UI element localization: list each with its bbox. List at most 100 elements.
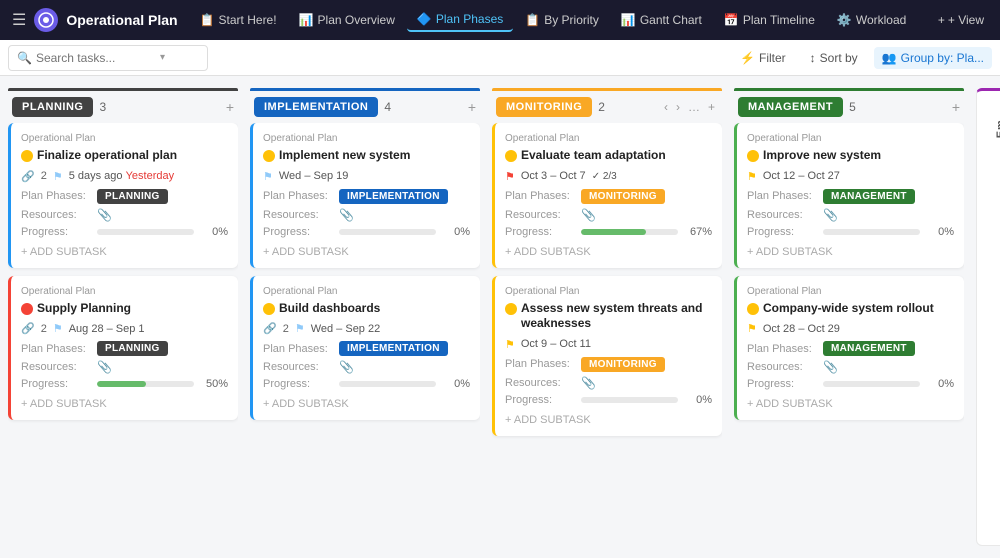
col-action-next[interactable]: ›: [673, 98, 683, 116]
date-range: Oct 9 – Oct 11: [521, 338, 591, 350]
nav-plan-timeline[interactable]: 📅 Plan Timeline: [714, 9, 825, 31]
plan-phases-field: Plan Phases:MONITORING: [505, 189, 712, 204]
task-card[interactable]: Operational PlanEvaluate team adaptation…: [492, 123, 722, 268]
partial-column: Em...: [976, 88, 1000, 546]
date-highlight: Yesterday: [126, 170, 175, 182]
phase-badge: MANAGEMENT: [823, 341, 915, 356]
search-box[interactable]: 🔍 ▾: [8, 45, 208, 71]
task-card[interactable]: Operational PlanSupply Planning🔗2⚑Aug 28…: [8, 276, 238, 421]
nav-plan-overview[interactable]: 📊 Plan Overview: [289, 9, 405, 31]
resources-attach-icon: 📎: [339, 360, 354, 374]
resources-label: Resources:: [263, 209, 333, 221]
add-subtask-button[interactable]: + ADD SUBTASK: [505, 244, 712, 260]
group-by-button[interactable]: 👥 Group by: Pla...: [874, 47, 992, 69]
date-range: Oct 12 – Oct 27: [763, 170, 840, 182]
card-title: Evaluate team adaptation: [521, 148, 666, 164]
plan-timeline-icon: 📅: [724, 13, 739, 27]
card-title: Company-wide system rollout: [763, 301, 934, 317]
progress-row: Progress:0%: [747, 378, 954, 390]
col-badge-implementation: IMPLEMENTATION: [254, 97, 378, 117]
phase-badge: IMPLEMENTATION: [339, 189, 448, 204]
progress-label: Progress:: [747, 378, 817, 390]
chevron-down-icon: ▾: [160, 52, 165, 63]
add-task-planning[interactable]: +: [226, 99, 234, 115]
resources-label: Resources:: [747, 209, 817, 221]
progress-bar-bg: [581, 229, 678, 235]
col-action-more[interactable]: …: [685, 98, 703, 116]
col-count-monitoring: 2: [598, 100, 605, 114]
col-badge-planning: PLANNING: [12, 97, 93, 117]
date-range: Oct 28 – Oct 29: [763, 323, 840, 335]
add-view-button[interactable]: + + View: [930, 9, 992, 31]
card-title: Improve new system: [763, 148, 881, 164]
card-meta: ⚑ Wed – Sep 19: [263, 170, 470, 183]
add-subtask-button[interactable]: + ADD SUBTASK: [747, 244, 954, 260]
card-project: Operational Plan: [21, 133, 228, 144]
status-indicator: [505, 303, 517, 315]
add-task-management[interactable]: +: [952, 99, 960, 115]
nav-by-priority[interactable]: 📋 By Priority: [515, 9, 609, 31]
nav-workload[interactable]: ⚙️ Workload: [827, 9, 916, 31]
link-count: 2: [41, 170, 47, 182]
add-subtask-button[interactable]: + ADD SUBTASK: [263, 396, 470, 412]
progress-row: Progress:0%: [263, 226, 470, 238]
date-range: Wed – Sep 19: [279, 170, 349, 182]
progress-percent: 0%: [684, 394, 712, 406]
progress-bar-bg: [581, 397, 678, 403]
add-subtask-button[interactable]: + ADD SUBTASK: [747, 396, 954, 412]
progress-percent: 0%: [926, 226, 954, 238]
col-action-prev[interactable]: ‹: [661, 98, 671, 116]
progress-row: Progress:0%: [21, 226, 228, 238]
progress-label: Progress:: [263, 226, 333, 238]
phase-badge: IMPLEMENTATION: [339, 341, 448, 356]
link-count: 2: [41, 323, 47, 335]
card-meta: 🔗2⚑Wed – Sep 22: [263, 322, 470, 335]
add-subtask-button[interactable]: + ADD SUBTASK: [505, 412, 712, 428]
resources-field: Resources:📎: [21, 360, 228, 374]
plan-phases-label: Plan Phases:: [21, 190, 91, 202]
task-card[interactable]: Operational PlanImprove new system⚑Oct 1…: [734, 123, 964, 268]
plan-phases-field: Plan Phases:PLANNING: [21, 341, 228, 356]
search-input[interactable]: [36, 51, 156, 65]
by-priority-icon: 📋: [525, 13, 540, 27]
resources-attach-icon: 📎: [97, 208, 112, 222]
filter-button[interactable]: ⚡ Filter: [732, 47, 794, 69]
resources-field: Resources:📎: [505, 376, 712, 390]
col-action-add[interactable]: +: [705, 98, 718, 116]
task-card[interactable]: Operational PlanImplement new system⚑Wed…: [250, 123, 480, 268]
flag-icon: ⚑: [263, 170, 273, 183]
task-card[interactable]: Operational PlanBuild dashboards🔗2⚑Wed –…: [250, 276, 480, 421]
resources-label: Resources:: [747, 361, 817, 373]
card-project: Operational Plan: [263, 133, 470, 144]
add-subtask-button[interactable]: + ADD SUBTASK: [21, 244, 228, 260]
add-subtask-button[interactable]: + ADD SUBTASK: [263, 244, 470, 260]
card-title: Finalize operational plan: [37, 148, 177, 164]
cards-management: Operational PlanImprove new system⚑Oct 1…: [734, 123, 964, 428]
plan-phases-label: Plan Phases:: [747, 190, 817, 202]
gantt-chart-icon: 📊: [621, 13, 636, 27]
add-subtask-button[interactable]: + ADD SUBTASK: [21, 396, 228, 412]
card-meta: 🔗2⚑5 days ago Yesterday: [21, 170, 228, 183]
phase-badge: PLANNING: [97, 189, 168, 204]
col-count-management: 5: [849, 100, 856, 114]
link-icon: 🔗: [263, 322, 277, 335]
progress-label: Progress:: [505, 226, 575, 238]
hamburger-menu[interactable]: ☰: [8, 6, 30, 34]
col-badge-monitoring: MONITORING: [496, 97, 592, 117]
link-icon: 🔗: [21, 322, 35, 335]
nav-start-here[interactable]: 📋 Start Here!: [190, 9, 287, 31]
nav-plan-phases[interactable]: 🔷 Plan Phases: [407, 8, 513, 32]
plan-phases-field: Plan Phases:IMPLEMENTATION: [263, 189, 470, 204]
nav-gantt-chart[interactable]: 📊 Gantt Chart: [611, 9, 712, 31]
add-task-implementation[interactable]: +: [468, 99, 476, 115]
col-count-implementation: 4: [384, 100, 391, 114]
task-card[interactable]: Operational PlanCompany-wide system roll…: [734, 276, 964, 421]
col-count-planning: 3: [99, 100, 106, 114]
task-card[interactable]: Operational Plan Finalize operational pla…: [8, 123, 238, 268]
progress-bar-bg: [97, 381, 194, 387]
sort-button[interactable]: ↕ Sort by: [802, 47, 866, 69]
task-card[interactable]: Operational PlanAssess new system threat…: [492, 276, 722, 436]
cards-planning: Operational Plan Finalize operational pla…: [8, 123, 238, 428]
status-indicator: [21, 303, 33, 315]
progress-percent: 67%: [684, 226, 712, 238]
